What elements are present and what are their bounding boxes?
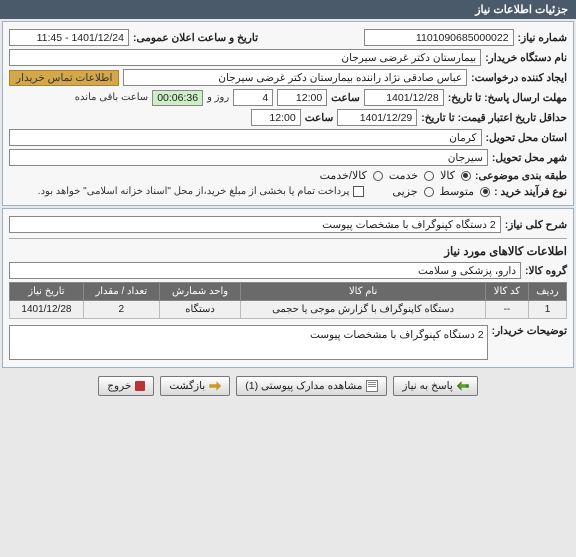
cell-name: دستگاه کاپنوگراف با گزارش موجی یا حجمی: [241, 301, 486, 319]
time-label-1: ساعت: [331, 92, 360, 104]
button-bar: پاسخ به نیاز مشاهده مدارک پیوستی (1) باز…: [0, 370, 576, 402]
view-attachments-button[interactable]: مشاهده مدارک پیوستی (1): [236, 376, 387, 396]
days-left: 4: [233, 89, 273, 106]
radio-mid-label: متوسط: [440, 185, 475, 198]
reply-button-label: پاسخ به نیاز: [402, 380, 452, 392]
deadline-time: 12:00: [277, 89, 327, 106]
desc-label: شرح کلی نیاز:: [505, 219, 567, 231]
deadline-date: 1401/12/28: [364, 89, 444, 106]
radio-service-label: خدمت: [389, 169, 418, 182]
cell-unit: دستگاه: [159, 301, 241, 319]
panel-header: جزئیات اطلاعات نیاز: [0, 0, 576, 19]
th-unit: واحد شمارش: [159, 283, 241, 301]
requester-value: عباس صادقی نژاد راننده بیمارستان دکتر غر…: [123, 69, 467, 86]
radio-mid[interactable]: [480, 187, 490, 197]
validity-label: حداقل تاریخ اعتبار قیمت: تا تاریخ:: [421, 112, 567, 124]
announce-label: تاریخ و ساعت اعلان عمومی:: [133, 32, 258, 44]
reply-icon: [457, 380, 469, 392]
desc-value: 2 دستگاه کپنوگراف با مشخصات پیوست: [9, 216, 501, 233]
validity-time: 12:00: [251, 109, 301, 126]
cell-row: 1: [528, 301, 566, 319]
validity-date: 1401/12/29: [337, 109, 417, 126]
group-value: دارو، پزشکی و سلامت: [9, 262, 521, 279]
cell-code: --: [485, 301, 528, 319]
cell-qty: 2: [83, 301, 159, 319]
announce-value: 1401/12/24 - 11:45: [9, 29, 129, 46]
radio-service[interactable]: [424, 171, 434, 181]
buyer-note-label: توضیحات خریدار:: [492, 325, 567, 337]
time-label-2: ساعت: [305, 112, 334, 124]
treasury-checkbox[interactable]: [353, 186, 364, 197]
buyer-value: بیمارستان دکتر غرضی سیرجان: [9, 49, 481, 66]
need-no-value: 1101090685000022: [364, 29, 514, 46]
desc-panel: شرح کلی نیاز: 2 دستگاه کپنوگراف با مشخصا…: [2, 208, 574, 368]
province-value: کرمان: [9, 129, 482, 146]
countdown-timer: 00:06:36: [152, 90, 203, 106]
days-and-label: روز و: [207, 92, 229, 103]
radio-both[interactable]: [373, 171, 383, 181]
th-code: کد کالا: [485, 283, 528, 301]
th-name: نام کالا: [241, 283, 486, 301]
th-qty: تعداد / مقدار: [83, 283, 159, 301]
cell-date: 1401/12/28: [10, 301, 84, 319]
class-label: طبقه بندی موضوعی:: [475, 170, 567, 182]
radio-both-label: کالا/خدمت: [320, 169, 367, 182]
radio-small[interactable]: [424, 187, 434, 197]
radio-small-label: جزیی: [392, 185, 417, 198]
province-label: استان محل تحویل:: [486, 132, 567, 144]
radio-goods[interactable]: [461, 171, 471, 181]
th-row: ردیف: [528, 283, 566, 301]
remain-label: ساعت باقی مانده: [75, 92, 148, 103]
back-button[interactable]: بازگشت: [160, 376, 230, 396]
process-label: نوع فرآیند خرید :: [494, 186, 567, 198]
goods-section-title: اطلاعات کالاهای مورد نیاز: [9, 244, 567, 258]
pay-note: پرداخت تمام یا بخشی از مبلغ خرید،از محل …: [38, 186, 350, 197]
group-label: گروه کالا:: [525, 265, 567, 277]
deadline-label: مهلت ارسال پاسخ: تا تاریخ:: [448, 92, 567, 104]
exit-button-label: خروج: [107, 380, 131, 392]
city-label: شهر محل تحویل:: [492, 152, 567, 164]
info-panel: شماره نیاز: 1101090685000022 تاریخ و ساع…: [2, 21, 574, 206]
goods-table: ردیف کد کالا نام کالا واحد شمارش تعداد /…: [9, 282, 567, 319]
document-icon: [366, 380, 378, 392]
exit-icon: [135, 381, 145, 391]
city-value: سیرجان: [9, 149, 488, 166]
th-date: تاریخ نیاز: [10, 283, 84, 301]
exit-button[interactable]: خروج: [98, 376, 154, 396]
reply-button[interactable]: پاسخ به نیاز: [393, 376, 477, 396]
back-button-label: بازگشت: [169, 380, 205, 392]
back-icon: [209, 380, 221, 392]
buyer-label: نام دستگاه خریدار:: [485, 52, 567, 64]
view-button-label: مشاهده مدارک پیوستی (1): [245, 380, 362, 392]
table-row[interactable]: 1 -- دستگاه کاپنوگراف با گزارش موجی یا ح…: [10, 301, 567, 319]
contact-info-link[interactable]: اطلاعات تماس خریدار: [9, 70, 119, 86]
need-no-label: شماره نیاز:: [518, 32, 567, 44]
buyer-note-value: 2 دستگاه کپنوگراف با مشخصات پیوست: [9, 325, 488, 360]
radio-goods-label: کالا: [440, 169, 455, 182]
requester-label: ایجاد کننده درخواست:: [471, 72, 567, 84]
